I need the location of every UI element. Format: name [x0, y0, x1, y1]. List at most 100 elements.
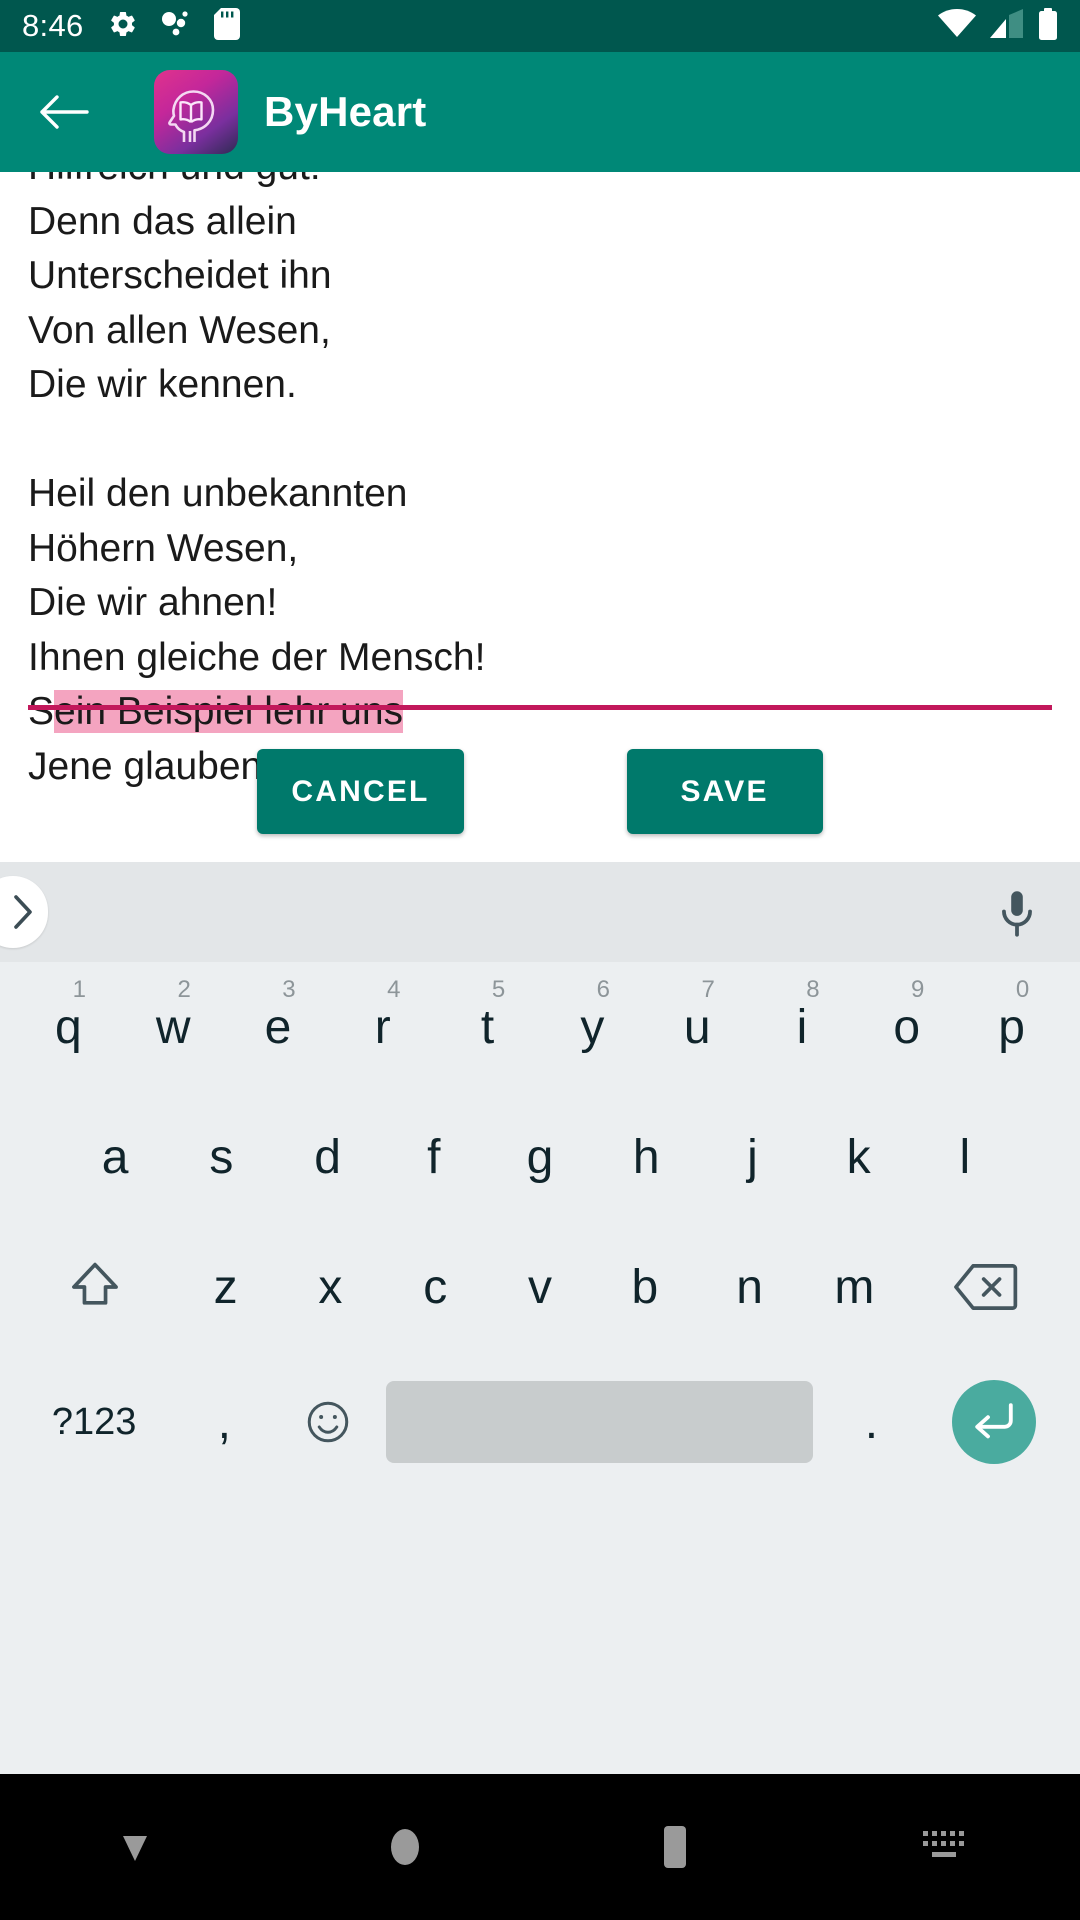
sd-card-icon: [213, 7, 240, 45]
key-a[interactable]: a: [62, 1092, 168, 1222]
bubbles-icon: [160, 9, 192, 44]
key-j[interactable]: j: [699, 1092, 805, 1222]
key-label: i: [796, 1000, 808, 1054]
keyboard-row-3-letters: zxcvbnm: [173, 1222, 907, 1352]
selection-highlight: ein Beispiel lehr uns: [54, 690, 404, 733]
gear-icon: [108, 9, 138, 44]
keyboard-row-4: ?123 , .: [0, 1352, 1080, 1492]
back-arrow-button[interactable]: [32, 80, 96, 144]
key-hint: 0: [1015, 976, 1030, 1003]
poem-line: Heil den unbekannten: [28, 472, 408, 515]
save-button[interactable]: SAVE: [626, 749, 823, 834]
shift-key[interactable]: [16, 1222, 173, 1352]
key-label: w: [155, 1000, 191, 1054]
poem-line: [28, 413, 1052, 468]
key-k[interactable]: k: [806, 1092, 912, 1222]
key-d[interactable]: d: [274, 1092, 380, 1222]
key-label: r: [374, 1000, 391, 1054]
enter-key[interactable]: [923, 1380, 1064, 1464]
keyboard-switch-icon[interactable]: [810, 1827, 1080, 1867]
key-p[interactable]: 0p: [959, 962, 1064, 1092]
action-row: CANCEL SAVE: [0, 749, 1080, 834]
poem-line: Unterscheidet ihn: [28, 254, 332, 297]
key-z[interactable]: z: [173, 1222, 278, 1352]
status-clock: 8:46: [22, 8, 84, 43]
status-left-icons: [108, 7, 240, 45]
poem-line: Höhern Wesen,: [28, 526, 299, 570]
key-w[interactable]: 2w: [121, 962, 226, 1092]
key-b[interactable]: b: [592, 1222, 697, 1352]
key-hint: 3: [282, 976, 296, 1003]
key-x[interactable]: x: [278, 1222, 383, 1352]
poem-text[interactable]: Hilfreich und gut! Denn das allein Untersc…: [28, 172, 1052, 794]
key-q[interactable]: 1q: [16, 962, 121, 1092]
key-t[interactable]: 5t: [435, 962, 540, 1092]
status-bar: 8:46: [0, 0, 1080, 52]
editor-focus-underline: [28, 705, 1052, 710]
recents-square-icon[interactable]: [540, 1822, 810, 1872]
byheart-logo: [154, 70, 238, 154]
space-key[interactable]: [386, 1381, 814, 1463]
symbols-key[interactable]: ?123: [16, 1357, 172, 1487]
key-o[interactable]: 9o: [854, 962, 959, 1092]
microphone-icon[interactable]: [988, 884, 1046, 942]
keyboard-row-3: zxcvbnm: [0, 1222, 1080, 1352]
key-n[interactable]: n: [697, 1222, 802, 1352]
key-hint: 8: [806, 976, 820, 1003]
suggestion-bar: [0, 862, 1080, 962]
cancel-button[interactable]: CANCEL: [257, 749, 464, 834]
key-g[interactable]: g: [487, 1092, 593, 1222]
key-label: o: [893, 1000, 921, 1054]
hide-keyboard-triangle-icon[interactable]: [0, 1825, 270, 1869]
key-f[interactable]: f: [381, 1092, 487, 1222]
android-nav-bar: [0, 1774, 1080, 1920]
cell-signal-icon: [990, 8, 1024, 44]
enter-return-icon: [951, 1380, 1036, 1464]
comma-key[interactable]: ,: [172, 1357, 276, 1487]
key-hint: 9: [911, 976, 925, 1003]
key-v[interactable]: v: [488, 1222, 593, 1352]
key-label: q: [55, 1000, 82, 1054]
backspace-key[interactable]: [907, 1222, 1064, 1352]
key-label: u: [683, 1000, 711, 1054]
app-title: ByHeart: [264, 88, 427, 135]
keyboard-row-1: 1q2w3e4r5t6y7u8i9o0p: [0, 962, 1080, 1092]
key-label: p: [998, 1000, 1025, 1054]
key-label: t: [480, 1000, 495, 1054]
key-hint: 7: [701, 976, 715, 1003]
battery-icon: [1038, 7, 1058, 45]
poem-line: Ihnen gleiche der Mensch!: [28, 635, 486, 679]
key-s[interactable]: s: [168, 1092, 274, 1222]
poem-line: Sein Beispiel lehr uns: [28, 690, 404, 733]
key-i[interactable]: 8i: [750, 962, 855, 1092]
key-label: e: [264, 1000, 292, 1054]
key-hint: 4: [387, 976, 401, 1003]
key-u[interactable]: 7u: [645, 962, 750, 1092]
status-right-icons: [938, 0, 1058, 52]
key-l[interactable]: l: [912, 1092, 1018, 1222]
poem-line: Hilfreich und gut!: [28, 172, 1052, 195]
poem-line: Denn das allein: [28, 199, 297, 243]
key-hint: 5: [491, 976, 506, 1003]
poem-editor[interactable]: Hilfreich und gut! Denn das allein Untersc…: [0, 172, 1080, 862]
poem-line: Von allen Wesen,: [28, 308, 331, 352]
poem-line: Die wir kennen.: [28, 363, 297, 406]
key-r[interactable]: 4r: [330, 962, 435, 1092]
app-bar: ByHeart: [0, 52, 1080, 172]
soft-keyboard: 1q2w3e4r5t6y7u8i9o0p asdfghjkl zxcvbnm ?…: [0, 862, 1080, 1774]
key-h[interactable]: h: [593, 1092, 699, 1222]
key-label: y: [580, 1000, 605, 1054]
key-c[interactable]: c: [383, 1222, 488, 1352]
key-hint: 2: [177, 976, 191, 1003]
wifi-icon: [938, 8, 976, 44]
period-key[interactable]: .: [819, 1357, 923, 1487]
key-hint: 1: [72, 976, 87, 1003]
key-e[interactable]: 3e: [226, 962, 331, 1092]
key-hint: 6: [596, 976, 611, 1003]
emoji-smiley-icon[interactable]: [276, 1357, 380, 1487]
chevron-right-icon[interactable]: [0, 876, 48, 948]
key-y[interactable]: 6y: [540, 962, 645, 1092]
keyboard-row-2: asdfghjkl: [0, 1092, 1080, 1222]
key-m[interactable]: m: [802, 1222, 907, 1352]
home-circle-icon[interactable]: [270, 1823, 540, 1871]
